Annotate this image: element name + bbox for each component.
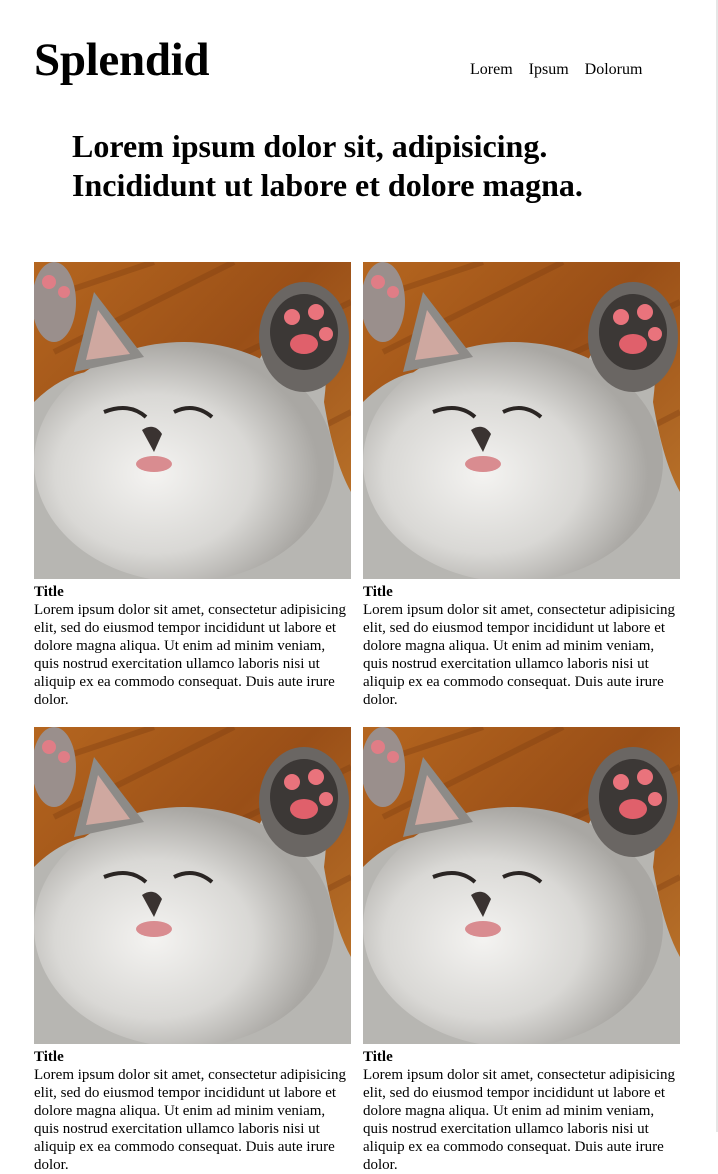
site-header: Splendid Lorem Ipsum Dolorum — [34, 30, 674, 100]
card-title: Title — [363, 1049, 393, 1065]
brand-logo[interactable]: Splendid — [34, 30, 210, 90]
nav-link-dolorum[interactable]: Dolorum — [585, 60, 643, 80]
nav-link-ipsum[interactable]: Ipsum — [529, 60, 569, 80]
card-text: Lorem ipsum dolor sit amet, consectetur … — [363, 1067, 676, 1173]
card: Title Lorem ipsum dolor sit amet, consec… — [363, 262, 680, 709]
hero-headline: Lorem ipsum dolor sit, adipisicing. Inci… — [72, 128, 583, 203]
card: Title Lorem ipsum dolor sit amet, consec… — [363, 727, 680, 1174]
card-title: Title — [34, 584, 64, 600]
kitten-photo — [363, 727, 680, 1044]
kitten-photo — [363, 262, 680, 579]
card-text: Lorem ipsum dolor sit amet, consectetur … — [363, 602, 676, 708]
kitten-photo — [34, 262, 351, 579]
card-title: Title — [34, 1049, 64, 1065]
main-nav: Lorem Ipsum Dolorum — [470, 60, 642, 80]
card-text: Lorem ipsum dolor sit amet, consectetur … — [34, 1067, 347, 1173]
card-grid: Title Lorem ipsum dolor sit amet, consec… — [34, 262, 680, 1174]
card: Title Lorem ipsum dolor sit amet, consec… — [34, 262, 351, 709]
card-title: Title — [363, 584, 393, 600]
nav-link-lorem[interactable]: Lorem — [470, 60, 513, 80]
kitten-photo — [34, 727, 351, 1044]
card-text: Lorem ipsum dolor sit amet, consectetur … — [34, 602, 347, 708]
card: Title Lorem ipsum dolor sit amet, consec… — [34, 727, 351, 1174]
